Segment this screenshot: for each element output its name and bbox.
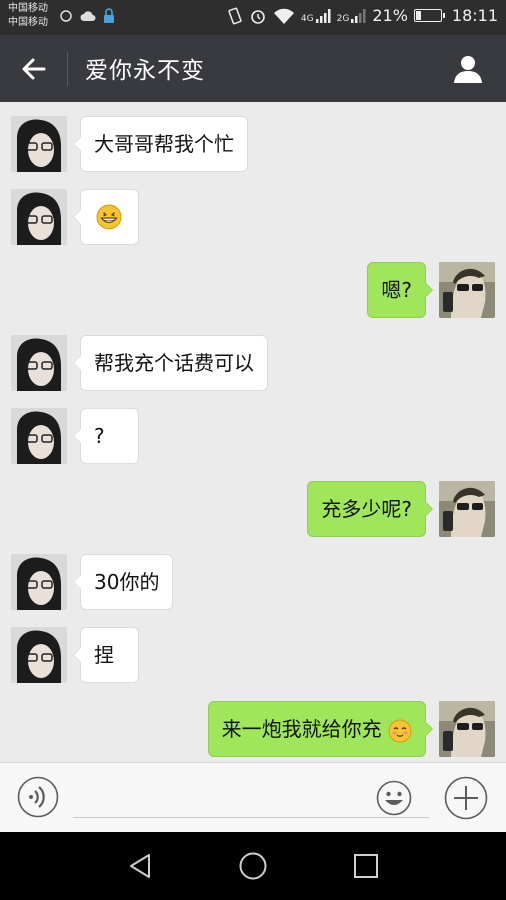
weather-icon bbox=[60, 10, 72, 22]
battery-icon bbox=[413, 9, 445, 22]
contact-avatar[interactable] bbox=[11, 554, 67, 610]
message-text: 大哥哥帮我个忙 bbox=[94, 132, 234, 156]
chat-header: 爱你永不变 bbox=[0, 35, 506, 102]
carrier-2: 中国移动 bbox=[8, 17, 48, 28]
carrier-info: 中国移动 中国移动 bbox=[8, 2, 48, 30]
chat-input-bar bbox=[0, 762, 506, 832]
contact-avatar[interactable] bbox=[11, 189, 67, 245]
message-received: 帮我充个话费可以 bbox=[11, 335, 495, 391]
network-type-1: 4G bbox=[300, 13, 314, 24]
header-divider bbox=[67, 52, 68, 86]
message-bubble[interactable]: 充多少呢? bbox=[307, 481, 433, 537]
message-text: 帮我充个话费可以 bbox=[94, 351, 254, 375]
message-bubble[interactable]: ? bbox=[73, 408, 139, 464]
user-avatar[interactable] bbox=[439, 701, 495, 757]
lock-icon bbox=[104, 8, 114, 23]
message-received: ? bbox=[11, 408, 495, 464]
signal-icon bbox=[315, 8, 331, 23]
message-bubble[interactable]: 大哥哥帮我个忙 bbox=[73, 116, 248, 172]
clock: 18:11 bbox=[451, 6, 498, 25]
blush-emoji-icon bbox=[388, 719, 412, 742]
status-bar: 中国移动 中国移动 4G 2G 21% 18:11 bbox=[0, 0, 506, 35]
message-bubble[interactable] bbox=[73, 189, 139, 245]
message-sent: 嗯? bbox=[11, 262, 495, 318]
page-title: 爱你永不变 bbox=[85, 58, 205, 84]
wifi-icon bbox=[273, 8, 294, 24]
message-received bbox=[11, 189, 495, 245]
alarm-icon bbox=[251, 9, 265, 24]
message-bubble[interactable]: 捏 bbox=[73, 627, 139, 683]
message-text: 来一炮我就给你充 bbox=[221, 717, 382, 741]
message-received: 捏 bbox=[11, 627, 495, 683]
system-nav-bar bbox=[0, 832, 506, 900]
grinning-emoji-icon bbox=[96, 204, 122, 230]
message-bubble[interactable]: 嗯? bbox=[367, 262, 433, 318]
emoji-icon[interactable] bbox=[376, 780, 412, 816]
nav-back-icon[interactable] bbox=[126, 852, 154, 880]
plus-icon[interactable] bbox=[444, 776, 488, 820]
message-received: 大哥哥帮我个忙 bbox=[11, 116, 495, 172]
message-text: 充多少呢? bbox=[321, 497, 412, 521]
signal-icon bbox=[351, 8, 366, 23]
contact-avatar[interactable] bbox=[11, 408, 67, 464]
voice-icon[interactable] bbox=[17, 776, 59, 818]
message-text: ? bbox=[94, 424, 105, 448]
message-bubble[interactable]: 来一炮我就给你充 bbox=[207, 701, 434, 757]
carrier-1: 中国移动 bbox=[8, 3, 48, 14]
contact-avatar[interactable] bbox=[11, 627, 67, 683]
nav-recent-icon[interactable] bbox=[352, 852, 380, 880]
vibrate-icon bbox=[228, 7, 242, 24]
message-sent: 来一炮我就给你充 bbox=[11, 701, 495, 757]
battery-percent: 21% bbox=[372, 6, 408, 25]
message-bubble[interactable]: 30你的 bbox=[72, 554, 174, 610]
user-avatar[interactable] bbox=[439, 262, 495, 318]
message-text: 30你的 bbox=[94, 570, 160, 594]
message-text: 嗯? bbox=[381, 278, 412, 302]
message-sent: 充多少呢? bbox=[11, 481, 495, 537]
message-bubble[interactable]: 帮我充个话费可以 bbox=[73, 335, 268, 391]
nav-home-icon[interactable] bbox=[238, 851, 268, 881]
cloud-icon bbox=[80, 11, 96, 21]
user-avatar[interactable] bbox=[439, 481, 495, 537]
message-list[interactable]: 大哥哥帮我个忙 嗯? 帮我充个话费可以 ? 充多少呢? 30你的 捏 来一炮我就… bbox=[0, 102, 506, 762]
back-arrow-icon[interactable] bbox=[20, 55, 48, 83]
network-type-2: 2G bbox=[336, 13, 350, 24]
contact-avatar[interactable] bbox=[11, 335, 67, 391]
profile-icon[interactable] bbox=[452, 53, 484, 85]
message-received: 30你的 bbox=[11, 554, 495, 610]
contact-avatar[interactable] bbox=[11, 116, 67, 172]
message-text: 捏 bbox=[94, 643, 114, 667]
